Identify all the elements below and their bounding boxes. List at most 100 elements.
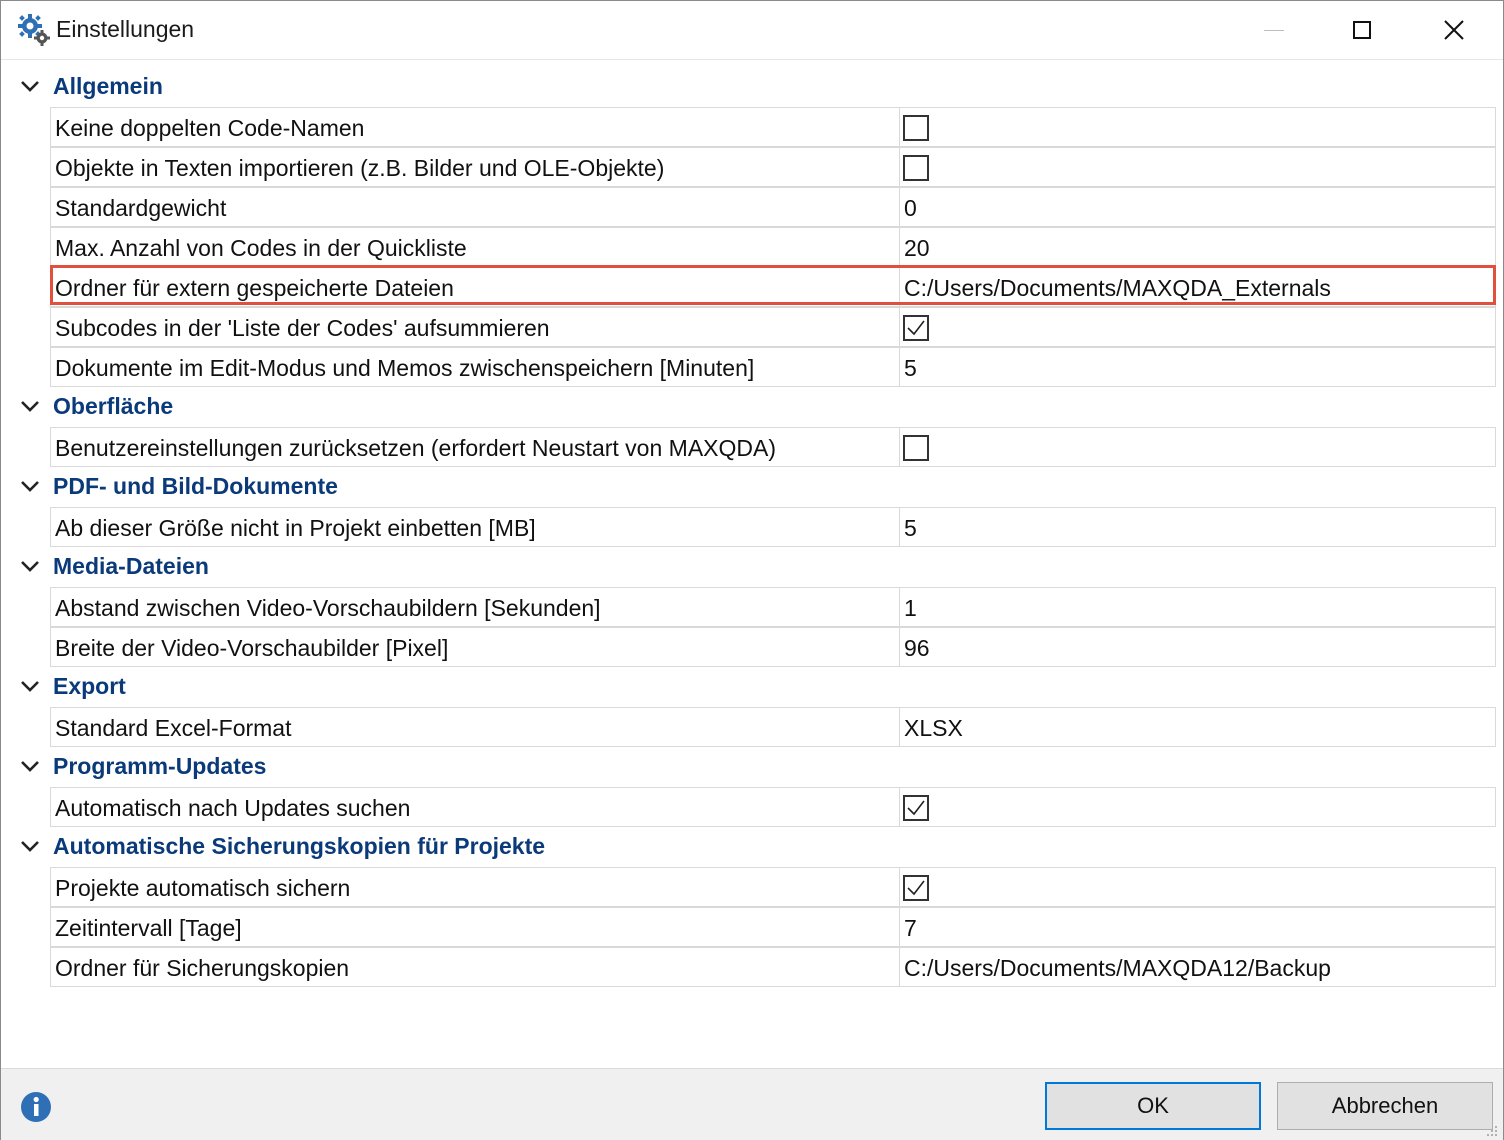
- setting-value-cell[interactable]: [900, 427, 1496, 467]
- checkmark-icon: [907, 320, 925, 336]
- setting-name: Standard Excel-Format: [55, 715, 292, 741]
- setting-name-cell: Subcodes in der 'Liste der Codes' aufsum…: [50, 307, 900, 347]
- setting-name: Projekte automatisch sichern: [55, 875, 351, 901]
- setting-checkbox[interactable]: [903, 795, 929, 821]
- setting-row: Dokumente im Edit-Modus und Memos zwisch…: [1, 347, 1503, 387]
- setting-row: Max. Anzahl von Codes in der Quickliste 2…: [1, 227, 1503, 267]
- setting-name-cell: Standardgewicht: [50, 187, 900, 227]
- setting-name: Objekte in Texten importieren (z.B. Bild…: [55, 155, 665, 181]
- setting-value-cell[interactable]: 7: [900, 907, 1496, 947]
- settings-tree: Allgemein Keine doppelten Code-Namen Objek…: [1, 59, 1503, 1068]
- setting-name-cell: Max. Anzahl von Codes in der Quickliste: [50, 227, 900, 267]
- setting-value[interactable]: 5: [904, 355, 917, 382]
- category-header[interactable]: Export: [1, 667, 1503, 707]
- setting-name: Ab dieser Größe nicht in Projekt einbett…: [55, 515, 536, 541]
- setting-name-cell: Projekte automatisch sichern: [50, 867, 900, 907]
- category-label: Oberfläche: [53, 393, 174, 419]
- title-bar[interactable]: Einstellungen: [1, 1, 1503, 59]
- setting-row: Ab dieser Größe nicht in Projekt einbett…: [1, 507, 1503, 547]
- setting-value[interactable]: 20: [904, 235, 930, 262]
- category-label: PDF- und Bild-Dokumente: [53, 473, 338, 499]
- maximize-button[interactable]: [1327, 7, 1397, 53]
- chevron-down-icon[interactable]: [19, 557, 41, 577]
- setting-checkbox[interactable]: [903, 315, 929, 341]
- category-header[interactable]: Oberfläche: [1, 387, 1503, 427]
- setting-name: Zeitintervall [Tage]: [55, 915, 242, 941]
- setting-value-cell[interactable]: [900, 307, 1496, 347]
- category-label: Programm-Updates: [53, 753, 267, 779]
- category-header[interactable]: Automatische Sicherungskopien für Projek…: [1, 827, 1503, 867]
- chevron-down-icon[interactable]: [19, 757, 41, 777]
- setting-name: Ordner für Sicherungskopien: [55, 955, 350, 981]
- setting-row: Automatisch nach Updates suchen: [1, 787, 1503, 827]
- setting-name-cell: Automatisch nach Updates suchen: [50, 787, 900, 827]
- setting-value[interactable]: 1: [904, 595, 917, 622]
- chevron-down-icon[interactable]: [19, 677, 41, 697]
- setting-name: Benutzereinstellungen zurücksetzen (erfo…: [55, 435, 776, 461]
- resize-grip-icon[interactable]: [1485, 1124, 1499, 1138]
- setting-checkbox[interactable]: [903, 115, 929, 141]
- chevron-down-icon[interactable]: [19, 837, 41, 857]
- setting-row: Projekte automatisch sichern: [1, 867, 1503, 907]
- category-header[interactable]: Programm-Updates: [1, 747, 1503, 787]
- setting-value-cell[interactable]: [900, 867, 1496, 907]
- minimize-button[interactable]: [1239, 7, 1309, 53]
- setting-row: Benutzereinstellungen zurücksetzen (erfo…: [1, 427, 1503, 467]
- setting-value[interactable]: 96: [904, 635, 930, 662]
- minimize-icon: [1264, 29, 1284, 31]
- setting-name: Abstand zwischen Video-Vorschaubildern […: [55, 595, 601, 621]
- setting-name-cell: Ab dieser Größe nicht in Projekt einbett…: [50, 507, 900, 547]
- category-header[interactable]: Media-Dateien: [1, 547, 1503, 587]
- setting-value[interactable]: 0: [904, 195, 917, 222]
- setting-name-cell: Dokumente im Edit-Modus und Memos zwisch…: [50, 347, 900, 387]
- category-header[interactable]: PDF- und Bild-Dokumente: [1, 467, 1503, 507]
- setting-checkbox[interactable]: [903, 875, 929, 901]
- setting-row: Standardgewicht 0: [1, 187, 1503, 227]
- settings-dialog: Einstellungen Allgemein Keine doppelten C…: [0, 0, 1504, 1140]
- setting-row: Zeitintervall [Tage] 7: [1, 907, 1503, 947]
- setting-value[interactable]: 5: [904, 515, 917, 542]
- setting-value-cell[interactable]: 96: [900, 627, 1496, 667]
- checkmark-icon: [907, 880, 925, 896]
- setting-value-cell[interactable]: 20: [900, 227, 1496, 267]
- setting-value-cell[interactable]: XLSX: [900, 707, 1496, 747]
- setting-value-cell[interactable]: 5: [900, 507, 1496, 547]
- info-icon[interactable]: [20, 1091, 52, 1123]
- setting-value-cell[interactable]: [900, 147, 1496, 187]
- category-label: Automatische Sicherungskopien für Projek…: [53, 833, 546, 859]
- setting-value-cell[interactable]: 0: [900, 187, 1496, 227]
- setting-value[interactable]: 7: [904, 915, 917, 942]
- setting-value-cell[interactable]: [900, 107, 1496, 147]
- category-label: Media-Dateien: [53, 553, 209, 579]
- setting-value-cell[interactable]: C:/Users/Documents/MAXQDA12/Backup: [900, 947, 1496, 987]
- chevron-down-icon[interactable]: [19, 77, 41, 97]
- chevron-down-icon[interactable]: [19, 397, 41, 417]
- setting-row: Keine doppelten Code-Namen: [1, 107, 1503, 147]
- ok-button[interactable]: OK: [1045, 1082, 1261, 1130]
- setting-row: Abstand zwischen Video-Vorschaubildern […: [1, 587, 1503, 627]
- setting-value[interactable]: XLSX: [904, 715, 963, 742]
- setting-value[interactable]: C:/Users/Documents/MAXQDA12/Backup: [904, 955, 1331, 982]
- cancel-button[interactable]: Abbrechen: [1277, 1082, 1493, 1130]
- setting-name: Breite der Video-Vorschaubilder [Pixel]: [55, 635, 449, 661]
- setting-checkbox[interactable]: [903, 155, 929, 181]
- chevron-down-icon[interactable]: [19, 477, 41, 497]
- close-button[interactable]: [1419, 7, 1489, 53]
- setting-name: Standardgewicht: [55, 195, 227, 221]
- highlight-box: [50, 265, 1496, 305]
- setting-name: Dokumente im Edit-Modus und Memos zwisch…: [55, 355, 755, 381]
- setting-row: Standard Excel-Format XLSX: [1, 707, 1503, 747]
- category-header[interactable]: Allgemein: [1, 67, 1503, 107]
- window-title: Einstellungen: [56, 16, 195, 42]
- setting-name-cell: Abstand zwischen Video-Vorschaubildern […: [50, 587, 900, 627]
- setting-name-cell: Benutzereinstellungen zurücksetzen (erfo…: [50, 427, 900, 467]
- setting-name-cell: Zeitintervall [Tage]: [50, 907, 900, 947]
- setting-name: Max. Anzahl von Codes in der Quickliste: [55, 235, 467, 261]
- setting-value-cell[interactable]: 5: [900, 347, 1496, 387]
- setting-checkbox[interactable]: [903, 435, 929, 461]
- setting-name-cell: Objekte in Texten importieren (z.B. Bild…: [50, 147, 900, 187]
- setting-name: Keine doppelten Code-Namen: [55, 115, 365, 141]
- setting-value-cell[interactable]: [900, 787, 1496, 827]
- setting-value-cell[interactable]: 1: [900, 587, 1496, 627]
- gears-icon: [18, 14, 50, 46]
